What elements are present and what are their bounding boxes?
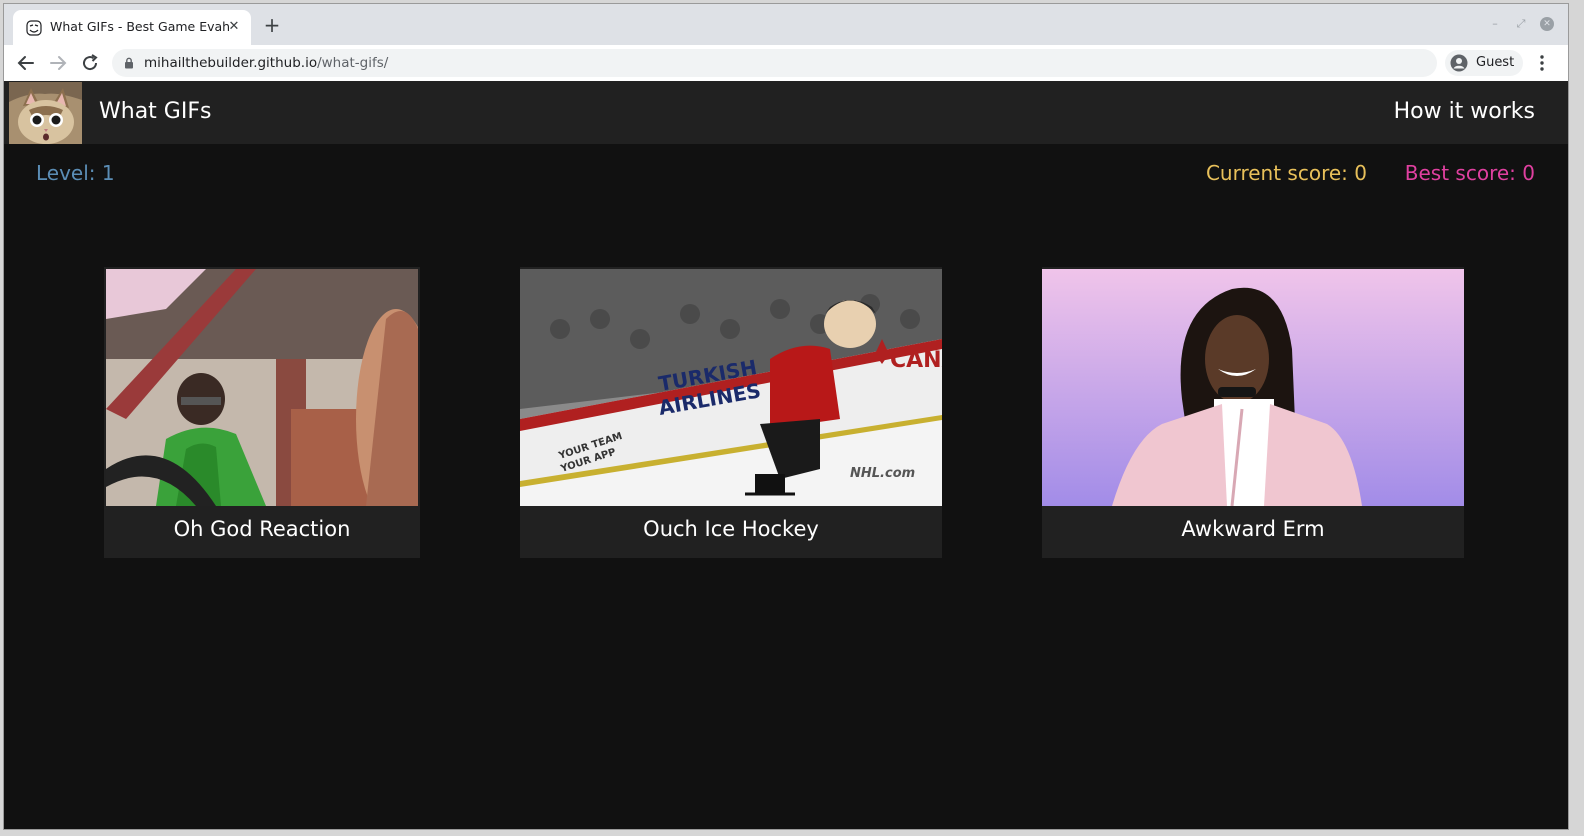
guest-avatar-icon: [1450, 54, 1468, 72]
tab-strip: What GIFs - Best Game Evah ✕ + – ⤢ ✕: [4, 4, 1568, 45]
gif-woman-pink-jacket[interactable]: [1042, 269, 1464, 506]
profile-label: Guest: [1476, 55, 1515, 70]
profile-button[interactable]: Guest: [1445, 50, 1523, 76]
card-label: Oh God Reaction: [173, 517, 351, 541]
best-score: Best score: 0: [1404, 161, 1535, 185]
lock-icon: [125, 57, 133, 69]
gif-hockey-mascot-on-ice[interactable]: TURKISH AIRLINES YOUR TEAM YOUR APP NHL.…: [520, 269, 942, 506]
nhl-watermark: NHL.com: [850, 466, 915, 481]
new-tab-icon[interactable]: +: [262, 15, 282, 36]
page-content: What GIFs How it works Level: 1 Current …: [4, 81, 1568, 829]
browser-tab[interactable]: What GIFs - Best Game Evah ✕: [13, 10, 251, 45]
back-arrow-icon[interactable]: [14, 51, 38, 75]
gif-card[interactable]: TURKISH AIRLINES YOUR TEAM YOUR APP NHL.…: [520, 267, 942, 558]
forward-arrow-icon[interactable]: [46, 51, 70, 75]
url-path: /what-gifs/: [317, 55, 389, 71]
gif-card[interactable]: Awkward Erm: [1042, 267, 1464, 558]
how-it-works-link[interactable]: How it works: [1394, 99, 1535, 124]
url-text: mihailthebuilder.github.io/what-gifs/: [144, 55, 388, 71]
browser-toolbar: mihailthebuilder.github.io/what-gifs/ Gu…: [4, 45, 1568, 82]
rink-banner-text: CANA: [890, 348, 942, 373]
close-window-icon[interactable]: ✕: [1540, 17, 1554, 31]
maximize-icon[interactable]: ⤢: [1514, 17, 1528, 31]
tab-close-icon[interactable]: ✕: [225, 18, 243, 36]
current-score: Current score: 0: [1205, 161, 1367, 185]
surprised-cat-logo[interactable]: [9, 82, 82, 144]
level-indicator: Level: 1: [36, 161, 115, 185]
gif-card[interactable]: Oh God Reaction: [104, 267, 420, 558]
browser-menu-icon[interactable]: [1532, 53, 1552, 73]
gif-man-in-car-green-shirt[interactable]: [106, 269, 418, 506]
address-bar[interactable]: mihailthebuilder.github.io/what-gifs/: [112, 49, 1437, 77]
site-title: What GIFs: [99, 99, 212, 124]
reload-icon[interactable]: [78, 51, 102, 75]
tab-title: What GIFs - Best Game Evah: [50, 19, 231, 34]
url-host: mihailthebuilder.github.io: [144, 55, 318, 71]
site-header: What GIFs How it works: [4, 81, 1568, 144]
card-label: Awkward Erm: [1181, 517, 1325, 541]
browser-window: What GIFs - Best Game Evah ✕ + – ⤢ ✕ mih…: [3, 3, 1569, 830]
troll-face-favicon-icon: [26, 20, 42, 36]
card-label: Ouch Ice Hockey: [643, 517, 819, 541]
minimize-icon[interactable]: –: [1488, 17, 1502, 31]
